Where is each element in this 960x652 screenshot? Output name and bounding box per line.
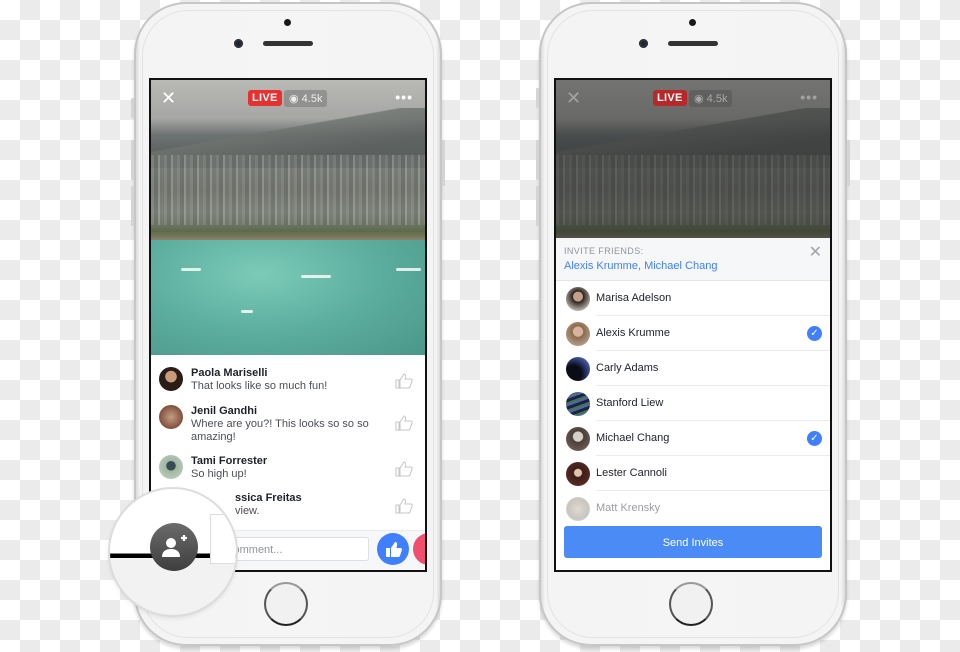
friend-name: Michael Chang [596, 432, 670, 444]
video-city [151, 155, 425, 225]
like-comment-icon[interactable] [395, 415, 413, 431]
invite-friends-panel: INVITE FRIENDS: Alexis Krumme, Michael C… [556, 238, 830, 570]
friend-row[interactable]: Carly Adams [556, 351, 830, 386]
add-friend-icon [162, 535, 187, 557]
close-icon[interactable]: ✕ [809, 242, 822, 262]
avatar [566, 287, 590, 311]
mute-switch [131, 98, 134, 118]
friend-row[interactable]: Alexis Krumme ✓ [556, 316, 830, 351]
comment-input[interactable]: comment... [217, 537, 369, 561]
eye-icon: ◉ [289, 93, 302, 105]
volume-up-button [131, 140, 134, 180]
invite-button-magnifier [110, 489, 236, 615]
comment-item: Paola Mariselli That looks like so much … [159, 367, 417, 397]
live-badge: LIVE [248, 90, 282, 106]
like-comment-icon[interactable] [395, 498, 413, 514]
like-comment-icon[interactable] [395, 373, 413, 389]
viewer-count-badge: ◉ 4.5k [284, 90, 328, 107]
close-icon[interactable]: ✕ [161, 88, 176, 108]
invite-friends-button[interactable] [150, 523, 198, 571]
friend-name: Carly Adams [596, 362, 659, 374]
eye-icon: ◉ [694, 93, 707, 105]
friend-row[interactable]: Stanford Liew [556, 386, 830, 421]
avatar [159, 405, 183, 429]
comment-author: ssica Freitas [235, 492, 302, 504]
love-reaction-button[interactable] [413, 533, 425, 565]
avatar [159, 455, 183, 479]
home-button[interactable] [264, 582, 308, 626]
comment-author: Jenil Gandhi [191, 405, 258, 417]
viewer-count-badge: ◉ 4.5k [689, 90, 733, 107]
comment-item: Tami Forrester So high up! [159, 455, 417, 485]
comment-text: Where are you?! This looks so so so amaz… [191, 418, 369, 443]
live-badge: LIVE [653, 90, 687, 106]
comment-text: That looks like so much fun! [191, 380, 328, 392]
friend-name: Alexis Krumme [596, 327, 670, 339]
screen: ✕ LIVE ◉ 4.5k ••• INVITE FRIENDS: Alexis… [554, 78, 832, 572]
earpiece-speaker [668, 41, 718, 46]
thumbs-up-icon [386, 542, 403, 557]
invite-header-label: INVITE FRIENDS: [564, 246, 644, 256]
phone-invite-friends: ✕ LIVE ◉ 4.5k ••• INVITE FRIENDS: Alexis… [536, 2, 850, 646]
power-button [847, 140, 850, 186]
home-button[interactable] [669, 582, 713, 626]
volume-down-button [536, 186, 539, 226]
friend-row[interactable]: Marisa Adelson [556, 281, 830, 316]
mute-switch [536, 88, 539, 108]
more-options-icon[interactable]: ••• [395, 88, 413, 106]
invite-header: INVITE FRIENDS: Alexis Krumme, Michael C… [556, 238, 830, 281]
avatar [566, 357, 590, 381]
friend-row[interactable]: Matt Krensky [556, 491, 830, 526]
like-reaction-button[interactable] [377, 533, 409, 565]
avatar [566, 427, 590, 451]
power-button [442, 140, 445, 186]
earpiece-speaker [263, 41, 313, 46]
proximity-sensor [284, 19, 291, 26]
avatar [566, 322, 590, 346]
send-invites-button[interactable]: Send Invites [564, 526, 822, 558]
selected-friends-text: Alexis Krumme, Michael Chang [564, 260, 718, 272]
volume-down-button [131, 186, 134, 226]
friend-row[interactable]: Michael Chang ✓ [556, 421, 830, 456]
friend-name: Stanford Liew [596, 397, 664, 409]
avatar [159, 367, 183, 391]
selected-check-icon[interactable]: ✓ [807, 326, 822, 341]
volume-up-button [536, 140, 539, 180]
comment-item: Jenil Gandhi Where are you?! This looks … [159, 405, 417, 447]
video-wave [181, 268, 201, 271]
video-wave [301, 275, 331, 278]
avatar [566, 497, 590, 521]
front-camera [234, 39, 243, 48]
viewer-count: 4.5k [301, 93, 323, 105]
close-icon: ✕ [566, 88, 582, 108]
like-comment-icon[interactable] [395, 461, 413, 477]
avatar [566, 392, 590, 416]
comment-author: Tami Forrester [191, 455, 268, 467]
selected-check-icon[interactable]: ✓ [807, 431, 822, 446]
live-video[interactable]: ✕ LIVE ◉ 4.5k ••• [151, 80, 425, 355]
friend-row[interactable]: Lester Cannoli [556, 456, 830, 491]
friend-name: Lester Cannoli [596, 467, 667, 479]
video-sea [151, 240, 425, 355]
magnifier-input-preview [210, 514, 236, 564]
comment-text: So high up! [191, 468, 247, 480]
proximity-sensor [689, 19, 696, 26]
viewer-count: 4.5k [706, 93, 728, 105]
more-options-icon: ••• [800, 89, 818, 105]
comment-text: view. [235, 505, 260, 517]
video-top-bar: ✕ LIVE ◉ 4.5k ••• [556, 88, 830, 108]
front-camera [639, 39, 648, 48]
friend-name: Matt Krensky [596, 502, 661, 514]
friend-name: Marisa Adelson [596, 292, 672, 304]
video-wave [396, 268, 421, 271]
avatar [566, 462, 590, 486]
video-top-bar: ✕ LIVE ◉ 4.5k ••• [151, 88, 425, 108]
comment-author: Paola Mariselli [191, 367, 268, 379]
video-wave [241, 310, 253, 313]
